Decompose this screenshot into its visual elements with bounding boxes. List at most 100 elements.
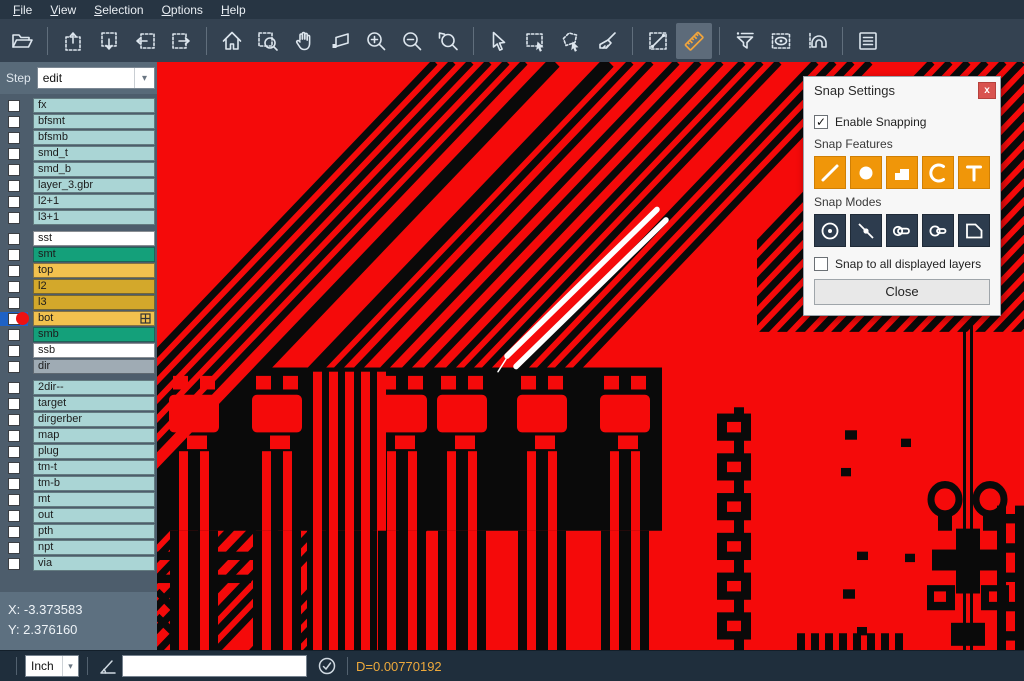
layer-name-label[interactable]: plug (33, 444, 155, 459)
snap-magnet-icon[interactable] (799, 23, 835, 59)
layer-name-label[interactable]: smb (33, 327, 155, 342)
layer-visibility-checkbox[interactable] (0, 148, 28, 160)
layer-name-label[interactable]: smt (33, 247, 155, 262)
layer-name-label[interactable]: map (33, 428, 155, 443)
layer-name-label[interactable]: pth (33, 524, 155, 539)
layer-name-label[interactable]: target (33, 396, 155, 411)
snap-mode-slot-center-icon[interactable] (886, 214, 918, 247)
pan-down-icon[interactable] (91, 23, 127, 59)
layer-visibility-checkbox[interactable] (0, 382, 28, 394)
enable-snapping-checkbox[interactable]: ✓ (814, 115, 828, 129)
select-pointer-icon[interactable] (481, 23, 517, 59)
snap-dialog-titlebar[interactable]: Snap Settings x (804, 77, 1000, 103)
layer-visibility-checkbox[interactable] (0, 430, 28, 442)
layer-visibility-checkbox[interactable] (0, 398, 28, 410)
layer-visibility-checkbox[interactable] (0, 446, 28, 458)
close-icon[interactable]: x (978, 82, 996, 99)
layer-visibility-checkbox[interactable] (0, 265, 28, 277)
menu-file[interactable]: File (4, 3, 41, 17)
layer-visibility-checkbox[interactable] (0, 249, 28, 261)
snap-mode-point-on-line-icon[interactable] (850, 214, 882, 247)
menu-options[interactable]: Options (153, 3, 212, 17)
zoom-out-icon[interactable] (394, 23, 430, 59)
layer-name-label[interactable]: via (33, 556, 155, 571)
view-box-icon[interactable] (763, 23, 799, 59)
layer-name-label[interactable]: l3 (33, 295, 155, 310)
layer-visibility-checkbox[interactable] (0, 180, 28, 192)
layer-visibility-checkbox[interactable] (0, 297, 28, 309)
layer-name-label[interactable]: l2+1 (33, 194, 155, 209)
layer-visibility-checkbox[interactable] (0, 212, 28, 224)
layer-name-label[interactable]: tm-b (33, 476, 155, 491)
snap-mode-center-icon[interactable] (814, 214, 846, 247)
layer-name-label[interactable]: smd_t (33, 146, 155, 161)
layer-name-label[interactable]: l2 (33, 279, 155, 294)
layer-visibility-checkbox[interactable] (0, 478, 28, 490)
units-select[interactable]: Inch ▾ (25, 655, 79, 677)
select-polygon-icon[interactable] (553, 23, 589, 59)
snap-mode-slot-end-icon[interactable] (922, 214, 954, 247)
pan-left-icon[interactable] (127, 23, 163, 59)
layer-name-label[interactable]: sst (33, 231, 155, 246)
step-select[interactable]: edit ▾ (37, 67, 155, 89)
layer-visibility-checkbox[interactable] (0, 542, 28, 554)
snap-feature-arc-icon[interactable] (922, 156, 954, 189)
layer-visibility-checkbox[interactable] (0, 116, 28, 128)
layer-name-label[interactable]: l3+1 (33, 210, 155, 225)
snap-feature-line-icon[interactable] (814, 156, 846, 189)
layer-name-label[interactable]: layer_3.gbr (33, 178, 155, 193)
snap-feature-pad-icon[interactable] (850, 156, 882, 189)
zoom-window-icon[interactable] (250, 23, 286, 59)
menu-selection[interactable]: Selection (85, 3, 152, 17)
layer-visibility-checkbox[interactable] (0, 345, 28, 357)
zoom-area-icon[interactable] (322, 23, 358, 59)
layer-visibility-checkbox[interactable] (0, 510, 28, 522)
layer-visibility-checkbox[interactable] (0, 164, 28, 176)
layer-visibility-checkbox[interactable] (0, 281, 28, 293)
layer-visibility-checkbox[interactable] (0, 196, 28, 208)
filter-icon[interactable] (727, 23, 763, 59)
pan-right-icon[interactable] (163, 23, 199, 59)
layer-name-label[interactable]: tm-t (33, 460, 155, 475)
layer-visibility-checkbox[interactable] (0, 462, 28, 474)
pcb-canvas[interactable]: Snap Settings x ✓ Enable Snapping Snap F… (157, 62, 1024, 650)
zoom-in-icon[interactable] (358, 23, 394, 59)
snap-all-layers-checkbox[interactable] (814, 257, 828, 271)
measure-ruler-icon[interactable] (676, 23, 712, 59)
snap-feature-surface-icon[interactable] (886, 156, 918, 189)
measure-line-icon[interactable] (640, 23, 676, 59)
layers-panel-icon[interactable] (850, 23, 886, 59)
layer-name-label[interactable]: bfsmb (33, 130, 155, 145)
layer-visibility-checkbox[interactable] (0, 494, 28, 506)
layer-visibility-checkbox[interactable] (0, 132, 28, 144)
layer-name-label[interactable]: 2dir-- (33, 380, 155, 395)
layer-name-label[interactable]: out (33, 508, 155, 523)
menu-view[interactable]: View (41, 3, 85, 17)
open-file-icon[interactable] (4, 23, 40, 59)
menu-help[interactable]: Help (212, 3, 255, 17)
layer-name-label[interactable]: fx (33, 98, 155, 113)
layer-name-label[interactable]: mt (33, 492, 155, 507)
measure-input[interactable] (122, 655, 307, 677)
layer-name-label[interactable]: top (33, 263, 155, 278)
home-view-icon[interactable] (214, 23, 250, 59)
clean-brush-icon[interactable] (589, 23, 625, 59)
layer-visibility-checkbox[interactable] (0, 233, 28, 245)
layer-visibility-checkbox[interactable] (0, 329, 28, 341)
pan-hand-icon[interactable] (286, 23, 322, 59)
layer-name-label[interactable]: dirgerber (33, 412, 155, 427)
layer-name-label[interactable]: ssb (33, 343, 155, 358)
apply-check-icon[interactable] (315, 656, 339, 676)
layer-name-label[interactable]: dir (33, 359, 155, 374)
layer-visibility-checkbox[interactable] (0, 414, 28, 426)
zoom-previous-icon[interactable] (430, 23, 466, 59)
layer-visibility-checkbox[interactable] (0, 558, 28, 570)
layer-visibility-checkbox[interactable] (0, 526, 28, 538)
pan-up-icon[interactable] (55, 23, 91, 59)
select-rectangle-icon[interactable] (517, 23, 553, 59)
layer-name-label[interactable]: npt (33, 540, 155, 555)
layer-name-label[interactable]: bfsmt (33, 114, 155, 129)
layer-name-label[interactable]: bot (33, 311, 155, 326)
close-button[interactable]: Close (814, 279, 990, 305)
layer-visibility-checkbox[interactable] (0, 361, 28, 373)
